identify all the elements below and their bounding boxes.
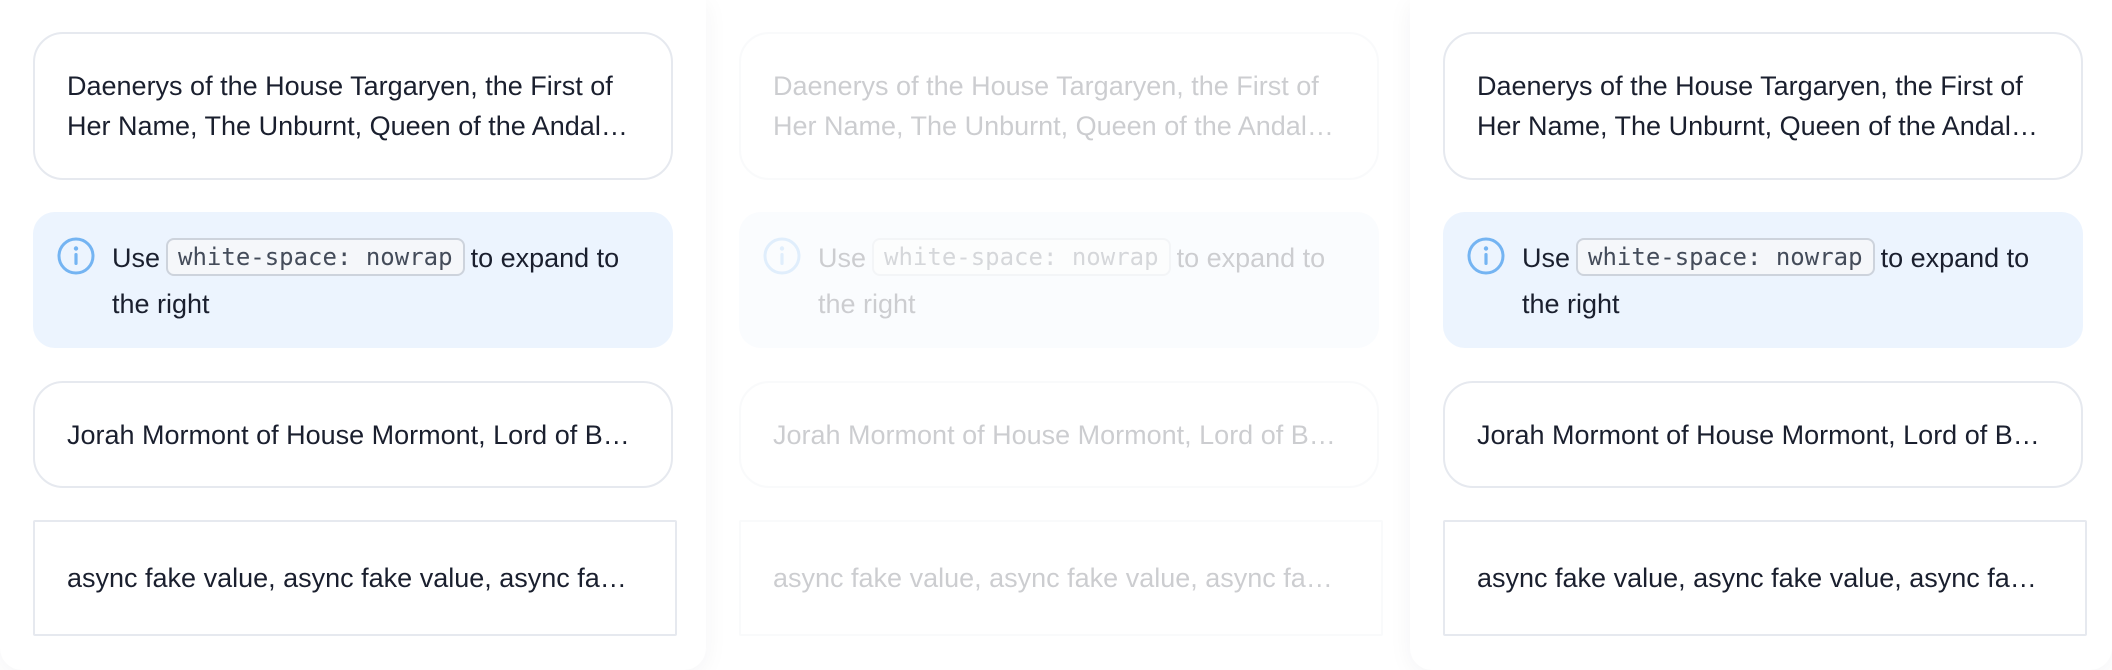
async-value-card: async fake value, async fake value, asyn… [739,520,1383,636]
examples-stage: Daenerys of the House Targaryen, the Fir… [0,0,2112,670]
card-lord-text: Jorah Mormont of House Mormont, Lord of … [1477,420,2045,450]
info-circle-icon [763,237,801,275]
card-title-text: Daenerys of the House Targaryen, the Fir… [67,71,615,141]
card-title-text: Daenerys of the House Targaryen, the Fir… [773,71,1321,141]
info-text: Use white-space: nowrap to expand to the r… [818,235,1358,327]
info-circle-icon [57,237,95,275]
ellipsis-two-line-card: Daenerys of the House Targaryen, the Fir… [33,32,673,180]
card-async-text: async fake value, async fake value, asyn… [67,563,639,593]
info-circle-icon [1467,237,1505,275]
ellipsis-single-line-card: Jorah Mormont of House Mormont, Lord of … [33,381,673,488]
info-prefix: Use [112,243,161,273]
info-banner: Use white-space: nowrap to expand to the r… [33,212,673,348]
card-lord-text: Jorah Mormont of House Mormont, Lord of … [67,420,635,450]
ellipsis-two-line-card: Daenerys of the House Targaryen, the Fir… [1443,32,2083,180]
info-text: Use white-space: nowrap to expand to the r… [112,235,652,327]
card-lord-text: Jorah Mormont of House Mormont, Lord of … [773,420,1341,450]
async-value-card: async fake value, async fake value, asyn… [1443,520,2087,636]
ellipsis-single-line-card: Jorah Mormont of House Mormont, Lord of … [1443,381,2083,488]
ellipsis-single-line-card: Jorah Mormont of House Mormont, Lord of … [739,381,1379,488]
example-column-middle-disabled: Daenerys of the House Targaryen, the Fir… [706,0,1412,670]
card-title-text: Daenerys of the House Targaryen, the Fir… [1477,71,2025,141]
info-prefix: Use [818,243,867,273]
code-chip: white-space: nowrap [166,238,465,276]
info-banner: Use white-space: nowrap to expand to the r… [739,212,1379,348]
ellipsis-two-line-card: Daenerys of the House Targaryen, the Fir… [739,32,1379,180]
async-value-card: async fake value, async fake value, asyn… [33,520,677,636]
info-prefix: Use [1522,243,1571,273]
info-text: Use white-space: nowrap to expand to the r… [1522,235,2062,327]
code-chip: white-space: nowrap [1576,238,1875,276]
info-banner: Use white-space: nowrap to expand to the r… [1443,212,2083,348]
example-column-right: Daenerys of the House Targaryen, the Fir… [1410,0,2112,670]
code-chip: white-space: nowrap [872,238,1171,276]
card-async-text: async fake value, async fake value, asyn… [773,563,1345,593]
card-async-text: async fake value, async fake value, asyn… [1477,563,2049,593]
example-column-left: Daenerys of the House Targaryen, the Fir… [0,0,706,670]
